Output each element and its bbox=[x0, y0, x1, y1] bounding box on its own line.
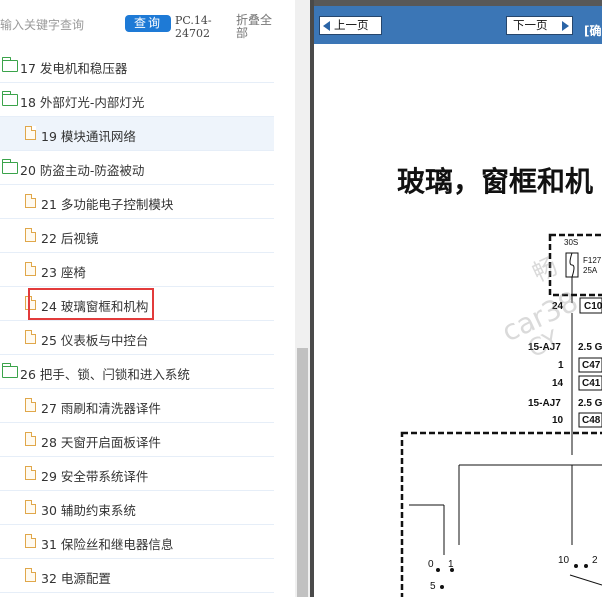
right-arrow-icon bbox=[562, 21, 569, 31]
collapse-all-button[interactable]: 折叠全部 bbox=[236, 14, 280, 40]
tree-item-label: 23 座椅 bbox=[41, 265, 86, 280]
tree-file-item[interactable]: 28 天窗开启面板译件 bbox=[0, 423, 274, 457]
tree-file-item[interactable]: 21 多功能电子控制模块 bbox=[0, 185, 274, 219]
folder-icon bbox=[2, 91, 18, 106]
switch-5-label: 5 bbox=[430, 581, 436, 592]
wire-2-label: 15-AJ7 bbox=[528, 398, 561, 409]
fuse-top-label: 30S bbox=[564, 238, 578, 247]
search-input[interactable] bbox=[0, 16, 120, 34]
folder-icon bbox=[2, 57, 18, 72]
tree-folder-item[interactable]: 20 防盗主动-防盗被动 bbox=[0, 151, 274, 185]
file-icon bbox=[25, 432, 36, 446]
tree-file-item[interactable]: 27 雨刷和清洗器译件 bbox=[0, 389, 274, 423]
tree-item-label: 32 电源配置 bbox=[41, 571, 111, 586]
file-icon bbox=[25, 194, 36, 208]
tree-item-label: 27 雨刷和清洗器译件 bbox=[41, 401, 161, 416]
tree-file-item[interactable]: 22 后视镜 bbox=[0, 219, 274, 253]
search-bar: 查询 PC.14-24702 折叠全部 bbox=[0, 0, 310, 48]
tree-item-label: 20 防盗主动-防盗被动 bbox=[20, 163, 145, 178]
highlight-box bbox=[28, 288, 154, 320]
tree-item-label: 31 保险丝和继电器信息 bbox=[41, 537, 174, 552]
folder-icon bbox=[2, 159, 18, 174]
file-icon bbox=[25, 534, 36, 548]
viewer-navbar: 上一页 下一页 [确 bbox=[314, 6, 602, 44]
viewer-panel: 上一页 下一页 [确 玻璃，窗框和机 30S F127 25A 24 C10 1… bbox=[314, 0, 602, 597]
tree-file-item[interactable]: 25 仪表板与中控台 bbox=[0, 321, 274, 355]
connector-c41-label: C41 bbox=[582, 378, 601, 389]
left-arrow-icon bbox=[323, 21, 330, 31]
tree-item-label: 29 安全带系统译件 bbox=[41, 469, 149, 484]
switch-contact-2 bbox=[450, 568, 454, 572]
switch-contact-5 bbox=[584, 564, 588, 568]
switch-contact-3 bbox=[440, 585, 444, 589]
switch-2-label: 2 bbox=[592, 555, 598, 566]
folder-icon bbox=[2, 363, 18, 378]
connector-c48-label: C48 bbox=[582, 415, 601, 426]
toc-panel: 查询 PC.14-24702 折叠全部 17 发电机和稳压器 18 外部灯光-内部… bbox=[0, 0, 310, 597]
file-icon bbox=[25, 126, 36, 140]
fuse-name-label: F127 bbox=[583, 256, 602, 265]
document-title: 玻璃，窗框和机 bbox=[397, 165, 594, 198]
connector-c47-label: C47 bbox=[582, 360, 601, 371]
tree-item-label: 18 外部灯光-内部灯光 bbox=[20, 95, 145, 110]
viewer-nav-title: [确 bbox=[584, 24, 602, 38]
tree-file-item[interactable]: 23 座椅 bbox=[0, 253, 274, 287]
prev-page-button[interactable]: 上一页 bbox=[319, 16, 382, 35]
tree-item-label: 25 仪表板与中控台 bbox=[41, 333, 149, 348]
file-icon bbox=[25, 500, 36, 514]
file-icon bbox=[25, 398, 36, 412]
tree-item-label: 21 多功能电子控制模块 bbox=[41, 197, 174, 212]
switch-10-label: 10 bbox=[558, 555, 570, 566]
tree-item-label: 28 天窗开启面板译件 bbox=[41, 435, 161, 450]
pin-1-label: 1 bbox=[558, 360, 564, 371]
tree-folder-item[interactable]: 17 发电机和稳压器 bbox=[0, 49, 274, 83]
switch-contact-4 bbox=[574, 564, 578, 568]
prev-page-label: 上一页 bbox=[334, 18, 369, 32]
wire-2b-label: 2.5 G bbox=[578, 398, 602, 409]
fuse-amp-label: 25A bbox=[583, 266, 598, 275]
file-icon bbox=[25, 262, 36, 276]
tree-file-item[interactable]: 32 电源配置 bbox=[0, 559, 274, 593]
file-icon bbox=[25, 330, 36, 344]
connector-c1-label: C10 bbox=[584, 301, 602, 312]
tree-file-item[interactable]: 19 模块通讯网络 bbox=[0, 117, 274, 151]
tree-file-item[interactable]: 30 辅助约束系统 bbox=[0, 491, 274, 525]
pin-14-label: 14 bbox=[552, 378, 564, 389]
wire-1b-label: 2.5 G bbox=[578, 342, 602, 353]
query-button[interactable]: 查询 bbox=[125, 15, 171, 32]
tree-item-label: 19 模块通讯网络 bbox=[41, 129, 136, 144]
pin-10-label: 10 bbox=[552, 415, 564, 426]
next-page-label: 下一页 bbox=[513, 18, 548, 32]
tree-item-label: 30 辅助约束系统 bbox=[41, 503, 136, 518]
tree-folder-item[interactable]: 26 把手、锁、闩锁和进入系统 bbox=[0, 355, 274, 389]
switch-0-label: 0 bbox=[428, 559, 434, 570]
tree-file-item[interactable]: 29 安全带系统译件 bbox=[0, 457, 274, 491]
fuse-wave bbox=[569, 252, 575, 278]
tree-folder-item[interactable]: 18 外部灯光-内部灯光 bbox=[0, 83, 274, 117]
file-icon bbox=[25, 228, 36, 242]
tree-item-label: 22 后视镜 bbox=[41, 231, 99, 246]
document-code: PC.14-24702 bbox=[175, 14, 212, 40]
switch-contact-1 bbox=[436, 568, 440, 572]
tree-item-label: 26 把手、锁、闩锁和进入系统 bbox=[20, 367, 190, 382]
switch-arm bbox=[569, 574, 602, 586]
file-icon bbox=[25, 466, 36, 480]
scrollbar-thumb[interactable] bbox=[297, 348, 308, 597]
next-page-button[interactable]: 下一页 bbox=[506, 16, 573, 35]
wiring-diagram: 30S F127 25A 24 C10 15-AJ7 2.5 G 1 C47 1… bbox=[400, 233, 602, 597]
tree-file-item[interactable]: 31 保险丝和继电器信息 bbox=[0, 525, 274, 559]
file-icon bbox=[25, 568, 36, 582]
tree-item-label: 17 发电机和稳压器 bbox=[20, 61, 128, 76]
